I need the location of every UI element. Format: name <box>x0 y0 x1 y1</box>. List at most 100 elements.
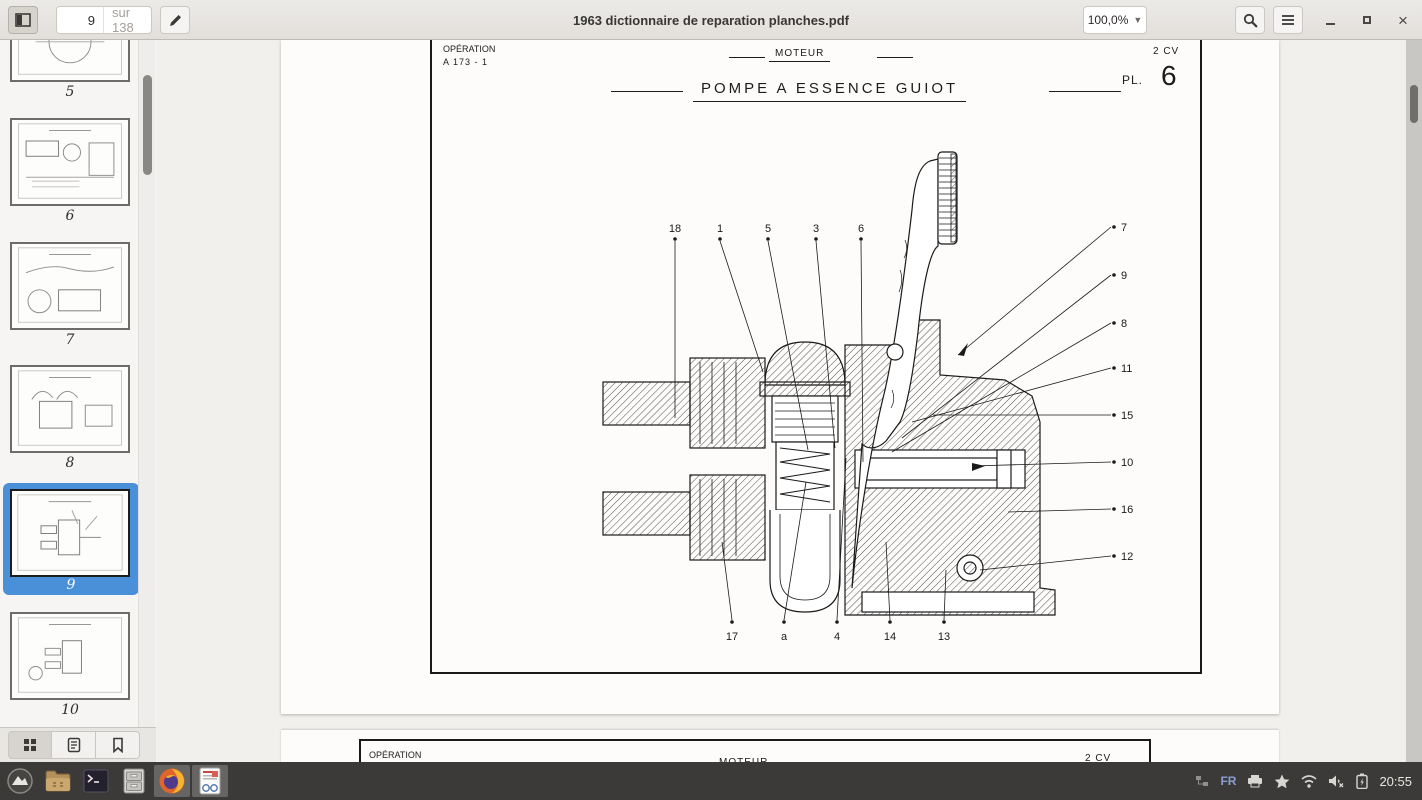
titlebar: sur 138 1963 dictionnaire de reparation … <box>0 0 1422 40</box>
document-viewer-icon <box>198 767 222 795</box>
chevron-down-icon: ▼ <box>1133 15 1142 25</box>
search-button[interactable] <box>1235 6 1265 34</box>
network-icon[interactable] <box>1195 775 1209 787</box>
rule <box>611 91 683 92</box>
pdf-page-10: OPÉRATION MOTEUR 2 CV <box>281 730 1279 762</box>
thumbnail-image <box>10 489 130 577</box>
zoom-level-value: 100,0% <box>1088 13 1129 27</box>
sidebar-toggle-button[interactable] <box>8 6 38 34</box>
callout-label: 7 <box>1121 222 1127 234</box>
plate-number: 6 <box>1161 60 1177 92</box>
document-scrollbar[interactable] <box>1406 40 1422 762</box>
plate-section: MOTEUR <box>769 48 830 62</box>
maximize-icon <box>1363 16 1371 24</box>
callout-label: 15 <box>1121 410 1133 422</box>
bookmark-icon <box>112 737 124 753</box>
callout-label: 18 <box>669 223 681 235</box>
close-button[interactable]: × <box>1391 8 1415 32</box>
plate-model: 2 CV <box>1085 753 1111 762</box>
volume-muted-icon[interactable] <box>1328 774 1345 788</box>
callout-label: 8 <box>1121 318 1127 330</box>
clock[interactable]: 20:55 <box>1379 774 1412 789</box>
taskbar: FR 20:55 <box>0 762 1422 800</box>
sidebar-icon <box>15 13 31 27</box>
callout-label: a <box>781 631 788 643</box>
search-icon <box>1243 13 1258 28</box>
taskbar-item-menu[interactable] <box>2 765 38 797</box>
star-icon[interactable] <box>1274 774 1290 789</box>
plate-operation-number: A 173 - 1 <box>443 57 488 67</box>
callout-label: 14 <box>884 631 896 643</box>
thumbnail-page-5[interactable] <box>10 40 130 82</box>
printer-icon[interactable] <box>1247 774 1263 788</box>
thumbnail-label: 6 <box>10 208 130 224</box>
terminal-icon <box>83 769 109 793</box>
callout-label: 5 <box>765 223 771 235</box>
sidebar-scrollbar-handle[interactable] <box>143 75 152 175</box>
callout-label: 11 <box>1121 363 1132 375</box>
tab-thumbnails[interactable] <box>8 731 52 759</box>
minimize-button[interactable] <box>1318 8 1342 32</box>
callout-label: 10 <box>1121 457 1133 469</box>
callout-label: 16 <box>1121 504 1133 516</box>
page-number-input[interactable] <box>57 7 103 33</box>
system-tray: FR 20:55 <box>1195 773 1422 789</box>
document-view: OPÉRATION A 173 - 1 MOTEUR 2 CV PL. 6 PO… <box>156 40 1422 762</box>
folder-icon <box>44 769 72 793</box>
plate-operation: OPÉRATION <box>443 44 495 54</box>
wifi-icon[interactable] <box>1301 775 1317 788</box>
pdf-page-9: OPÉRATION A 173 - 1 MOTEUR 2 CV PL. 6 PO… <box>281 40 1279 714</box>
fuel-pump-diagram: 18 1 5 3 6 17 a 4 14 13 7 9 8 11 15 10 1… <box>600 150 1150 660</box>
plate-label: PL. <box>1122 73 1143 87</box>
taskbar-item-firefox[interactable] <box>154 765 190 797</box>
callout-label: 17 <box>726 631 738 643</box>
pencil-icon <box>168 13 183 28</box>
sidebar-scrollbar[interactable] <box>138 40 155 727</box>
page-number-entry: sur 138 <box>56 6 152 34</box>
rule <box>1049 91 1121 92</box>
taskbar-item-archive-manager[interactable] <box>116 765 152 797</box>
menu-button[interactable] <box>1273 6 1303 34</box>
callout-label: 6 <box>858 223 864 235</box>
minimize-icon <box>1326 23 1335 25</box>
close-icon: × <box>1398 12 1408 29</box>
zoom-level-dropdown[interactable]: 100,0% ▼ <box>1083 6 1147 34</box>
tab-bookmarks[interactable] <box>96 731 140 759</box>
keyboard-layout-indicator[interactable]: FR <box>1220 774 1236 788</box>
thumbnail-sidebar: 5 6 7 8 <box>0 40 156 727</box>
taskbar-item-files[interactable] <box>40 765 76 797</box>
callout-label: 4 <box>834 631 840 643</box>
thumbnail-page-9-selected[interactable]: 9 <box>3 483 139 595</box>
maximize-button[interactable] <box>1355 8 1379 32</box>
sidebar-mode-tabs <box>0 727 156 762</box>
battery-charging-icon[interactable] <box>1356 773 1368 789</box>
plate-title: POMPE A ESSENCE GUIOT <box>693 80 966 102</box>
thumbnail-page-7[interactable] <box>10 242 130 330</box>
thumbnail-page-8[interactable] <box>10 365 130 453</box>
thumbnail-page-10[interactable] <box>10 612 130 700</box>
callout-label: 3 <box>813 223 819 235</box>
thumbnail-label: 9 <box>3 577 139 593</box>
thumbnail-page-6[interactable] <box>10 118 130 206</box>
page-total-label: sur 138 <box>103 7 151 33</box>
rule <box>877 57 913 58</box>
document-scrollbar-handle[interactable] <box>1410 85 1418 123</box>
annotation-icon <box>67 737 81 753</box>
annotate-button[interactable] <box>160 6 190 34</box>
firefox-icon <box>158 767 186 795</box>
plate-operation: OPÉRATION <box>369 750 421 760</box>
callout-label: 9 <box>1121 270 1127 282</box>
plate-model: 2 CV <box>1153 46 1179 57</box>
taskbar-item-document-viewer[interactable] <box>192 765 228 797</box>
window-title: 1963 dictionnaire de reparation planches… <box>300 0 1122 40</box>
thumbnail-label: 10 <box>10 702 130 718</box>
taskbar-item-terminal[interactable] <box>78 765 114 797</box>
tab-annotations[interactable] <box>52 731 96 759</box>
callout-label: 1 <box>717 223 723 235</box>
hamburger-icon <box>1281 14 1295 26</box>
callout-label: 13 <box>938 631 950 643</box>
thumbnail-label: 5 <box>10 84 130 100</box>
rule <box>729 57 765 58</box>
callout-label: 12 <box>1121 551 1133 563</box>
distro-logo-icon <box>6 767 34 795</box>
